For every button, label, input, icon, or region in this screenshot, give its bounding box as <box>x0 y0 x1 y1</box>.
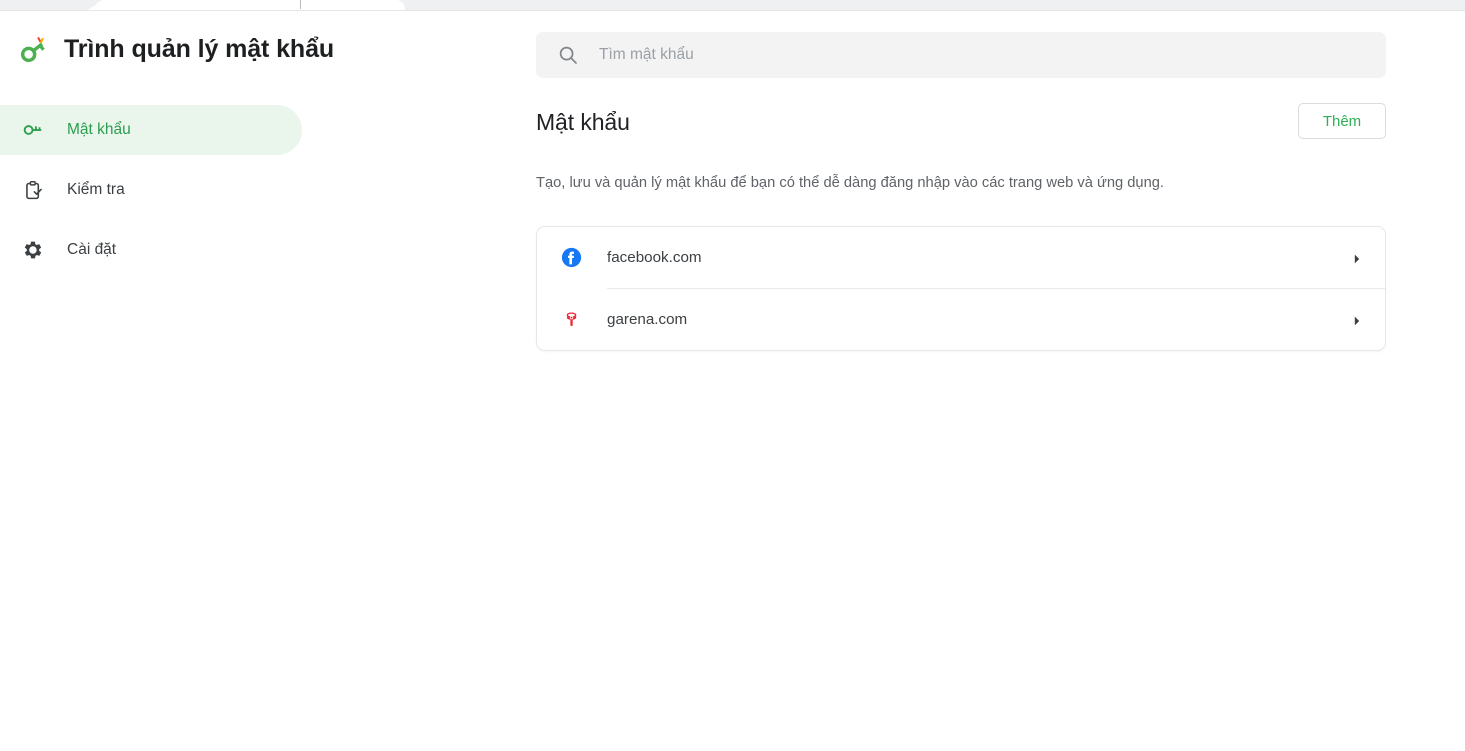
sidebar-item-label: Mật khẩu <box>67 121 131 138</box>
facebook-icon <box>560 247 582 269</box>
main-content: Mật khẩu Thêm Tạo, lưu và quản lý mật kh… <box>536 103 1386 351</box>
search-bar[interactable] <box>536 32 1386 78</box>
list-item[interactable]: facebook.com <box>537 227 1385 288</box>
sidebar-item-passwords[interactable]: Mật khẩu <box>0 105 302 155</box>
list-item-label: garena.com <box>607 311 688 328</box>
sidebar-item-label: Cài đặt <box>67 241 117 258</box>
password-manager-app: Trình quản lý mật khẩu Tìm mật khẩu Mật … <box>0 11 1465 751</box>
page-description: Tạo, lưu và quản lý mật khẩu để bạn có t… <box>536 175 1164 191</box>
key-icon <box>16 32 50 66</box>
password-list: facebook.com garena.com <box>536 226 1386 351</box>
tab-text-cursor <box>300 0 301 9</box>
list-item-label: facebook.com <box>607 249 702 266</box>
page-title: Mật khẩu <box>536 109 630 135</box>
app-title: Trình quản lý mật khẩu <box>64 34 335 63</box>
sidebar-item-checkup[interactable]: Kiểm tra <box>0 165 302 215</box>
search-icon <box>558 45 578 65</box>
brand: Trình quản lý mật khẩu <box>16 32 334 66</box>
clipboard-check-icon <box>22 179 44 201</box>
sidebar-item-settings[interactable]: Cài đặt <box>0 225 302 275</box>
search-input[interactable] <box>599 40 1339 70</box>
gear-icon <box>22 239 44 261</box>
browser-tab-strip <box>0 0 1465 11</box>
garena-icon <box>560 309 582 331</box>
chevron-right-icon[interactable] <box>1351 252 1363 264</box>
sidebar: Mật khẩu Kiểm tra Cài đặt <box>0 105 330 285</box>
key-icon <box>22 119 44 141</box>
sidebar-item-label: Kiểm tra <box>67 181 125 198</box>
app-header: Trình quản lý mật khẩu <box>0 11 1465 94</box>
add-password-button[interactable]: Thêm <box>1298 103 1386 139</box>
content-header: Mật khẩu Thêm <box>536 103 1386 149</box>
list-item[interactable]: garena.com <box>537 289 1385 350</box>
chevron-right-icon[interactable] <box>1351 314 1363 326</box>
